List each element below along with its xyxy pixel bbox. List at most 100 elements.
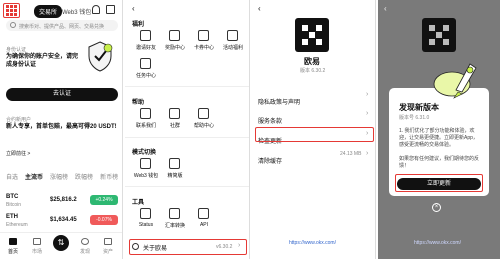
tab-web3[interactable]: Web3 钱包 [62,7,91,16]
coin-row-eth[interactable]: ETH Ethereum $1,634.45 -0.07% [6,214,118,230]
benefit-icon [140,30,151,41]
list-item-privacy[interactable]: 隐私政策与声明 › [258,91,372,106]
benefit-label: 活动福利 [222,45,243,51]
app-name: 欧易 [304,57,320,66]
back-icon[interactable]: ‹ [258,4,261,13]
list-item-label: 隐私政策与声明 [258,100,301,106]
benefit-item[interactable]: 活动福利 [220,30,246,54]
tool-label: 汇率转换 [164,223,185,229]
verify-desc: 为确保你的账户安全，请完成身份认证 [6,54,79,68]
notification-icon[interactable] [92,5,100,14]
nav-market[interactable]: 市场 [32,248,42,255]
help-item[interactable]: 社群 [162,108,188,132]
close-dialog-icon[interactable]: × [432,203,441,212]
modal-version: 版本号 6.31.0 [399,115,430,121]
mode-item[interactable]: Web3 钱包 [133,158,159,182]
cache-size: 24.13 MB [340,151,362,157]
benefit-item[interactable]: 奖励中心 [162,30,188,54]
tab-exchange[interactable]: 交易所 [34,5,63,18]
search-placeholder: 搜索币对、提供产品、网页、交易兑换 [19,24,105,30]
help-icon [169,108,180,119]
benefit-icon [227,30,238,41]
market-tab-gainers[interactable]: 涨幅榜 [50,172,68,181]
home-icon[interactable] [9,238,17,245]
list-item-clear-cache[interactable]: 清除缓存 24.13 MB › [258,150,372,165]
shield-illustration-icon [86,40,114,72]
coin-price: $1,634.45 [50,217,77,223]
tool-label: API [199,222,209,228]
help-icon [140,108,151,119]
modal-notes: 1. 我们优化了部分功能和体验，欢迎，让交易更便捷。立即更新App，感受更流畅的… [399,128,478,148]
section-help: 帮助 [132,100,145,106]
mode-item[interactable]: 精简版 [162,158,188,182]
nav-assets[interactable]: 资产 [103,248,113,255]
benefit-label: 邀请好友 [135,45,156,51]
coin-name: Bitcoin [6,202,22,208]
nav-home[interactable]: 首页 [8,248,18,255]
benefit-item[interactable]: 任务中心 [133,58,159,82]
home-screen: 交易所 Web3 钱包 搜索币对、提供产品、网页、交易兑换 身份认证 为确保你的… [0,0,123,259]
help-label: 帮助中心 [193,123,214,129]
modal-title: 发现新版本 [399,103,439,112]
list-item-label: 清除缓存 [258,159,283,165]
market-tab-losers[interactable]: 跌幅榜 [75,172,93,181]
chevron-right-icon: › [366,150,369,157]
assets-icon[interactable] [104,238,112,245]
chevron-right-icon: › [366,91,369,98]
mode-icon [169,158,180,169]
section-tools: 工具 [132,200,145,206]
benefit-label: 奖励中心 [164,45,185,51]
list-item-label: 服务条款 [258,119,283,125]
tool-item[interactable]: API [191,208,217,232]
okx-logo-dim [422,18,456,52]
chevron-right-icon: › [366,110,369,117]
coin-symbol: ETH [6,214,18,220]
search-icon [10,22,16,28]
market-tab-favorites[interactable]: 自选 [6,172,18,181]
app-version: 版本 6.30.2 [300,68,326,74]
tool-icon [140,208,151,219]
benefit-icon [140,58,151,69]
market-icon[interactable] [33,238,41,245]
help-label: 社群 [169,123,180,129]
nav-discover[interactable]: 发现 [80,248,90,255]
benefit-item[interactable]: 邀请好友 [133,30,159,54]
coin-change: -0.07% [90,215,118,225]
market-tab-new[interactable]: 新币榜 [100,172,118,181]
list-item-terms[interactable]: 服务条款 › [258,110,372,125]
verify-button[interactable]: 去认证 [6,88,118,101]
market-tab-major[interactable]: 主流币 [25,172,43,181]
menu-screen: ‹ 福利 帮助 模式切换 工具 关于欧易 v6.30.2 › 邀请好友 奖励中心卡… [125,0,250,259]
search-bar[interactable]: 搜索币对、提供产品、网页、交易兑换 [6,20,118,31]
market-tabs: 自选 主流币 涨幅榜 跌幅榜 新币榜 [6,172,118,181]
promo-body: 新人专享，首单包赔，最高可得20 USDT! [6,124,117,130]
coin-price: $25,816.2 [50,197,77,203]
about-screen: ‹ 欧易 版本 6.30.2 隐私政策与声明 › 服务条款 › 检查更新 › 清… [252,0,376,259]
discover-icon[interactable] [81,238,89,245]
mode-icon [140,158,151,169]
okx-logo [295,18,329,52]
coin-row-btc[interactable]: BTC Bitcoin $25,816.2 +0.24% [6,194,118,210]
tool-item[interactable]: 汇率转换 [162,208,188,232]
footer-url[interactable]: https://www.okx.com/ [414,240,461,246]
tool-label: Status [138,222,154,228]
tool-icon [198,208,209,219]
help-item[interactable]: 联系我们 [133,108,159,132]
verify-title: 身份认证 [6,47,27,53]
benefit-label: 任务中心 [135,73,156,79]
help-label: 联系我们 [135,123,156,129]
gift-icon[interactable] [106,5,115,14]
trade-swap-icon[interactable]: ⇅ [53,235,69,251]
benefit-item[interactable]: 卡券中心 [191,30,217,54]
back-icon[interactable]: ‹ [384,4,387,13]
help-icon [198,108,209,119]
tool-icon [169,208,180,219]
tool-item[interactable]: Status [133,208,159,232]
help-item[interactable]: 帮助中心 [191,108,217,132]
section-mode: 模式切换 [132,150,157,156]
bottom-nav: 首页 市场 ⇅ 发现 资产 [0,232,122,259]
promo-title: 合约新用户 [6,117,32,123]
promo-link[interactable]: 立即前往 > [6,150,30,157]
back-icon[interactable]: ‹ [132,4,135,13]
footer-url[interactable]: https://www.okx.com/ [289,240,336,246]
